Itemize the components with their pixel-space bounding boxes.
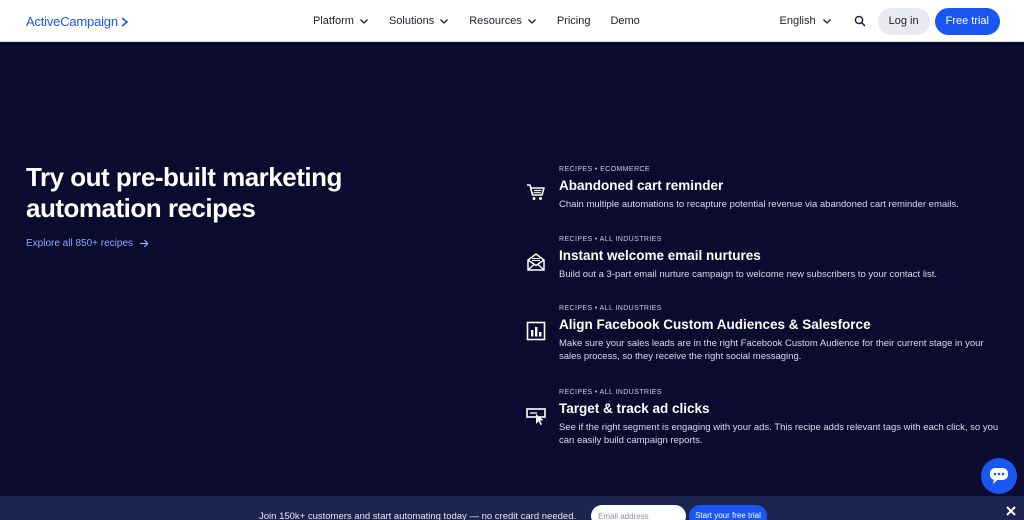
chart-icon [526,321,546,341]
hero-title: Try out pre-built marketing automation r… [26,162,342,223]
recipe-title: Align Facebook Custom Audiences & Salesf… [559,317,871,332]
nav-pricing[interactable]: Pricing [557,15,591,27]
recipe-description: See if the right segment is engaging wit… [559,422,999,446]
login-button[interactable]: Log in [877,7,930,35]
top-nav: ActiveCampaign Platform Solutions Resour… [0,0,1024,42]
recipe-tag: RECIPES • ALL INDUSTRIES [559,236,662,243]
nav-solutions[interactable]: Solutions [389,15,449,27]
recipe-title: Instant welcome email nurtures [559,248,761,263]
explore-recipes-link[interactable]: Explore all 850+ recipes [26,238,149,249]
close-icon[interactable] [1004,504,1018,518]
logo[interactable]: ActiveCampaign [26,14,129,29]
search-icon [854,15,866,27]
recipe-tag: RECIPES • ECOMMERCE [559,166,650,173]
chevron-down-icon [360,19,368,24]
nav-actions: English Log in Free trial [780,0,1000,42]
email-icon [527,253,545,271]
recipe-description: Make sure your sales leads are in the ri… [559,338,984,362]
nav-resources-label: Resources [469,15,522,27]
email-field[interactable] [591,505,686,520]
main-menu: Platform Solutions Resources Pricing Dem… [313,0,660,42]
start-free-trial-button[interactable]: Start your free trial [689,505,767,520]
recipe-description: Build out a 3-part email nurture campaig… [559,269,938,280]
arrow-right-icon [140,239,149,248]
recipe-title: Abandoned cart reminder [559,178,724,193]
free-trial-button[interactable]: Free trial [934,7,1000,35]
logo-text: ActiveCampaign [26,14,118,29]
explore-recipes-label: Explore all 850+ recipes [26,238,134,249]
chat-bubble-icon [990,468,1008,484]
signup-bar: Join 150k+ customers and start automatin… [0,496,1024,520]
logo-chevron-icon [121,16,129,27]
nav-pricing-label: Pricing [556,15,591,27]
nav-demo[interactable]: Demo [610,15,639,27]
recipe-title: Target & track ad clicks [559,401,710,416]
search-button[interactable] [852,13,868,29]
language-selector[interactable]: English [780,15,832,27]
recipe-tag: RECIPES • ALL INDUSTRIES [559,389,662,396]
ad-click-icon [526,408,546,425]
nav-demo-label: Demo [610,15,640,27]
recipe-description: Chain multiple automations to recapture … [559,199,959,210]
recipe-tag: RECIPES • ALL INDUSTRIES [559,305,662,312]
language-label: English [779,15,816,27]
nav-platform-label: Platform [313,15,354,27]
chevron-down-icon [527,19,536,24]
signup-bar-text: Join 150k+ customers and start automatin… [259,511,577,520]
nav-solutions-label: Solutions [388,15,435,27]
cart-icon [527,184,545,200]
nav-resources[interactable]: Resources [469,15,537,27]
nav-platform[interactable]: Platform [313,15,369,27]
chat-button[interactable] [981,458,1017,494]
chevron-down-icon [440,19,449,24]
chevron-down-icon [822,19,831,24]
